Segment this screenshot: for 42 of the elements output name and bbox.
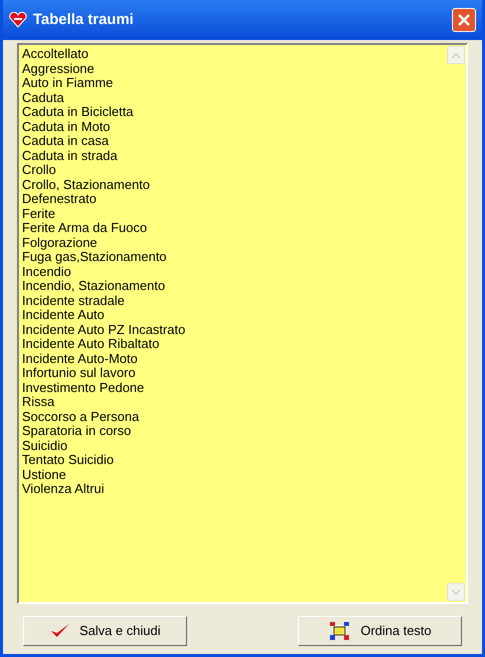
list-line: Suicidio — [22, 438, 68, 453]
text-area[interactable] — [17, 43, 468, 604]
list-line: Sparatoria in corso — [22, 424, 132, 438]
list-line: Crollo — [22, 163, 57, 178]
sort-icon — [328, 621, 351, 641]
list-line: Crollo, Stazionamento — [22, 178, 151, 192]
list-line: Incidente Auto Ribaltato — [22, 337, 160, 352]
list-line: Tentato Suicidio — [22, 453, 115, 468]
list-line: Auto in Fiamme — [22, 76, 114, 90]
close-icon — [458, 14, 470, 26]
scroll-up-icon[interactable] — [447, 46, 465, 64]
list-line: Infortunio sul lavoro — [22, 366, 136, 380]
list-line: Incidente stradale — [22, 294, 126, 308]
list-line: Folgorazione — [22, 236, 98, 250]
list-line: Caduta in casa — [22, 134, 110, 148]
list-line: Investimento Pedone — [22, 380, 146, 395]
list-line: Incendio — [22, 264, 72, 279]
window-title: Tabella traumi — [33, 10, 135, 30]
list-line: Incidente Auto PZ Incastrato — [22, 322, 186, 337]
list-line: Incendio, Stazionamento — [22, 279, 166, 294]
checkmark-icon — [50, 623, 70, 639]
list-line: Fuga gas,Stazionamento — [22, 250, 168, 264]
list-line: Incidente Auto-Moto — [22, 352, 139, 366]
list-line: Rissa — [22, 395, 56, 410]
list-line: Violenza Altrui — [22, 482, 106, 496]
list-line: Defenestrato — [22, 192, 98, 206]
list-line: Caduta — [22, 90, 65, 105]
list-line: Incidente Auto — [22, 308, 106, 322]
sort-text-button[interactable]: Ordina testo — [298, 616, 462, 646]
list-line: Caduta in Moto — [22, 120, 112, 134]
list-line: Ferite Arma da Fuoco — [22, 221, 148, 236]
list-line: Aggressione — [22, 62, 96, 76]
heart-icon — [9, 12, 27, 28]
list-line: Caduta in Bicicletta — [22, 105, 134, 120]
list-line: Ustione — [22, 468, 68, 482]
list-line: Ferite — [22, 206, 56, 221]
list-line: Accoltellato — [22, 47, 90, 62]
list-line: Caduta in strada — [22, 148, 118, 163]
scroll-down-icon[interactable] — [447, 583, 465, 601]
list-line: Soccorso a Persona — [22, 410, 140, 424]
save-close-button[interactable]: Salva e chiudi — [23, 616, 187, 646]
close-button[interactable] — [452, 8, 476, 32]
